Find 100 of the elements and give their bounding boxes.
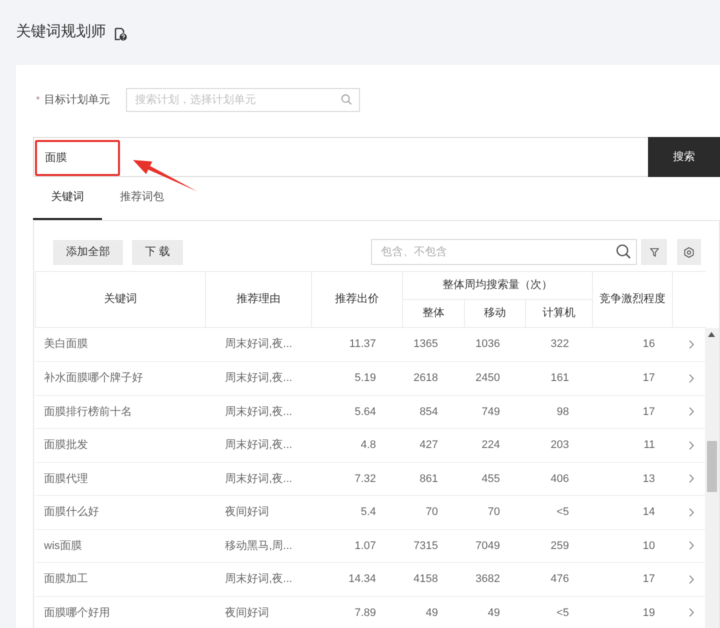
total-searches-cell: 49 [402,596,464,628]
keyword-cell: wis面膜 [35,529,205,562]
competition-cell: 13 [592,462,672,496]
total-searches-cell: 861 [402,462,464,496]
reason-cell: 周末好词,夜... [205,562,311,596]
column-header: 推荐出价 [312,272,402,328]
settings-button[interactable] [677,239,701,265]
chevron-right-icon[interactable] [688,407,694,416]
bid-cell: 5.64 [311,395,402,428]
pc-searches-cell: 98 [525,395,592,428]
reason-cell: 周末好词,夜... [205,428,311,462]
mobile-searches-cell: 2450 [464,362,525,395]
pc-searches-cell: 203 [525,428,592,462]
reason-cell: 周末好词,夜... [205,462,311,496]
competition-cell: 10 [592,529,672,562]
keyword-cell: 面膜什么好 [35,496,205,529]
bid-cell: 11.37 [311,328,402,362]
mobile-searches-cell: 7049 [464,529,525,562]
keyword-cell: 面膜批发 [35,428,205,462]
mobile-searches-cell: 49 [464,596,525,628]
required-mark: * [36,94,40,108]
keyword-cell: 美白面膜 [35,328,205,362]
keyword-cell: 面膜排行榜前十名 [35,395,205,428]
chevron-right-icon[interactable] [688,608,694,618]
reason-cell: 夜间好词 [205,496,311,529]
column-header: 移动 [464,300,526,328]
reason-cell: 移动黑马,周... [205,529,311,562]
total-searches-cell: 4158 [402,562,464,596]
keyword-cell: 面膜哪个好用 [35,596,205,628]
keyword-cell: 补水面膜哪个牌子好 [35,362,205,395]
chevron-right-icon[interactable] [688,440,694,450]
total-searches-cell: 70 [402,496,464,529]
column-header: 推荐理由 [206,272,312,328]
mobile-searches-cell: 3682 [464,562,525,596]
search-button[interactable]: 搜索 [648,137,720,177]
bid-cell: 5.4 [311,496,402,529]
total-searches-cell: 854 [402,395,464,428]
plan-unit-search-field[interactable]: 搜索计划，选择计划单元 [126,88,360,112]
settings-icon [684,246,694,258]
pc-searches-cell: <5 [525,496,592,529]
chevron-right-icon[interactable] [688,541,694,550]
pc-searches-cell: 476 [525,562,592,596]
chevron-right-icon[interactable] [688,574,694,584]
tab[interactable]: 推荐词包 [102,177,182,220]
column-header: 整体 [402,300,464,328]
scrollbar-track[interactable] [705,328,719,628]
bid-cell: 14.34 [311,562,402,596]
chevron-right-icon[interactable] [688,508,694,517]
pc-searches-cell: <5 [525,596,592,628]
bid-cell: 1.07 [311,529,402,562]
mobile-searches-cell: 455 [464,462,525,496]
pc-searches-cell: 161 [525,362,592,395]
column-header: 关键词 [36,272,206,328]
plan-unit-label: 目标计划单元 [44,92,110,108]
funnel-icon [650,248,658,256]
competition-cell: 11 [592,428,672,462]
tab[interactable]: 关键词 [33,177,102,220]
pc-searches-cell: 322 [525,328,592,362]
keyword-search-field[interactable]: 面膜 [33,137,648,177]
column-group-header: 整体周均搜索量（次） [402,272,592,300]
competition-cell: 16 [592,328,672,362]
reason-cell: 周末好词,夜... [205,395,311,428]
competition-cell: 19 [592,596,672,628]
include-exclude-filter-field[interactable]: 包含、不包含 [371,239,637,265]
total-searches-cell: 427 [402,428,464,462]
bid-cell: 7.32 [311,462,402,496]
reason-cell: 夜间好词 [205,596,311,628]
bid-cell: 7.89 [311,596,402,628]
chevron-right-icon[interactable] [688,340,694,349]
reason-cell: 周末好词,夜... [205,328,311,362]
pc-searches-cell: 259 [525,529,592,562]
total-searches-cell: 7315 [402,529,464,562]
bid-cell: 4.8 [311,428,402,462]
competition-cell: 17 [592,395,672,428]
scroll-up-arrow-icon[interactable] [708,332,715,337]
chevron-right-icon[interactable] [688,474,694,484]
mobile-searches-cell: 749 [464,395,525,428]
bid-cell: 5.19 [311,362,402,395]
pc-searches-cell: 406 [525,462,592,496]
column-header: 竞争激烈程度 [592,272,672,328]
scrollbar-thumb[interactable] [707,441,717,492]
competition-cell: 17 [592,562,672,596]
annotation-arrow [133,159,198,192]
filter-button[interactable] [641,239,667,265]
mobile-searches-cell: 224 [464,428,525,462]
competition-cell: 14 [592,496,672,529]
help-document-icon[interactable] [114,26,127,40]
total-searches-cell: 1365 [402,328,464,362]
total-searches-cell: 2618 [402,362,464,395]
page-title: 关键词规划师 [16,22,106,42]
mobile-searches-cell: 1036 [464,328,525,362]
keyword-cell: 面膜加工 [35,562,205,596]
competition-cell: 17 [592,362,672,395]
search-icon[interactable] [616,244,631,259]
mobile-searches-cell: 70 [464,496,525,529]
toolbar-button[interactable]: 添加全部 [53,240,123,264]
reason-cell: 周末好词,夜... [205,362,311,395]
chevron-right-icon[interactable] [688,374,694,383]
keyword-cell: 面膜代理 [35,462,205,496]
toolbar-button[interactable]: 下 载 [132,240,184,264]
